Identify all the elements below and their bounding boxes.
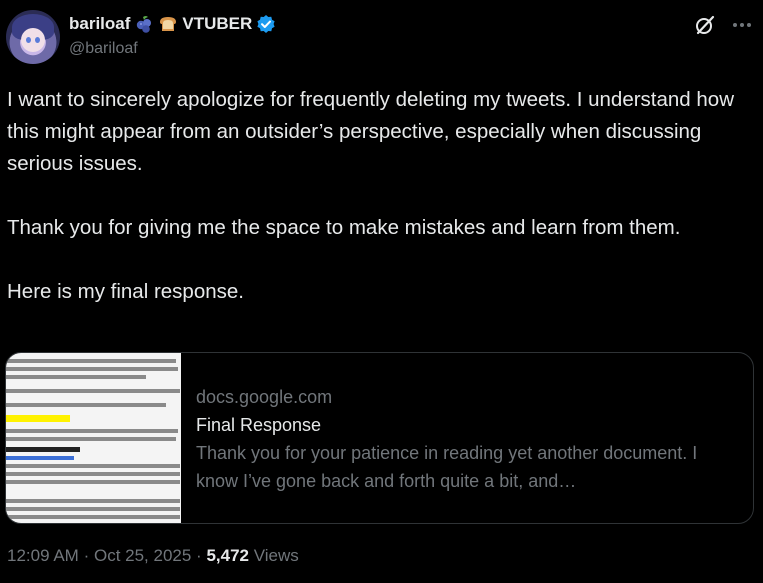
name-row[interactable]: bariloaf VTUBER bbox=[69, 12, 276, 36]
meta-separator: · bbox=[83, 546, 90, 565]
tweet-paragraph: I want to sincerely apologize for freque… bbox=[7, 88, 735, 175]
link-card[interactable]: docs.google.com Final Response Thank you… bbox=[5, 352, 754, 524]
verified-badge-icon[interactable] bbox=[256, 14, 276, 34]
card-body[interactable]: docs.google.com Final Response Thank you… bbox=[196, 383, 746, 495]
tweet-meta: 12:09 AM · Oct 25, 2025 · 5,472 Views bbox=[7, 546, 299, 566]
document-thumbnail bbox=[6, 353, 181, 523]
card-description: Thank you for your patience in reading y… bbox=[196, 443, 698, 491]
tweet-text: I want to sincerely apologize for freque… bbox=[7, 84, 747, 308]
tweet-time[interactable]: 12:09 AM bbox=[7, 546, 79, 565]
more-icon[interactable] bbox=[730, 14, 754, 36]
views-count[interactable]: 5,472 bbox=[206, 546, 249, 565]
tweet-paragraph: Here is my final response. bbox=[7, 280, 244, 303]
avatar[interactable] bbox=[6, 10, 60, 64]
avatar-face bbox=[21, 28, 45, 52]
blueberries-emoji bbox=[134, 14, 154, 34]
meta-separator: · bbox=[196, 546, 202, 565]
views-label: Views bbox=[253, 546, 299, 565]
tweet-paragraph: Thank you for giving me the space to mak… bbox=[7, 216, 681, 239]
tweet-date[interactable]: Oct 25, 2025 bbox=[94, 546, 191, 565]
card-domain: docs.google.com bbox=[196, 387, 333, 407]
card-title[interactable]: Final Response bbox=[196, 411, 746, 439]
avatar-eye bbox=[35, 37, 40, 43]
display-name-suffix[interactable]: VTUBER bbox=[182, 14, 252, 34]
avatar-eye bbox=[26, 37, 31, 43]
tweet-header: bariloaf VTUBER @bariloaf bbox=[6, 10, 757, 66]
grok-icon[interactable] bbox=[694, 14, 716, 36]
user-handle[interactable]: @bariloaf bbox=[69, 40, 138, 58]
bread-emoji bbox=[158, 14, 178, 34]
display-name[interactable]: bariloaf bbox=[69, 14, 130, 34]
